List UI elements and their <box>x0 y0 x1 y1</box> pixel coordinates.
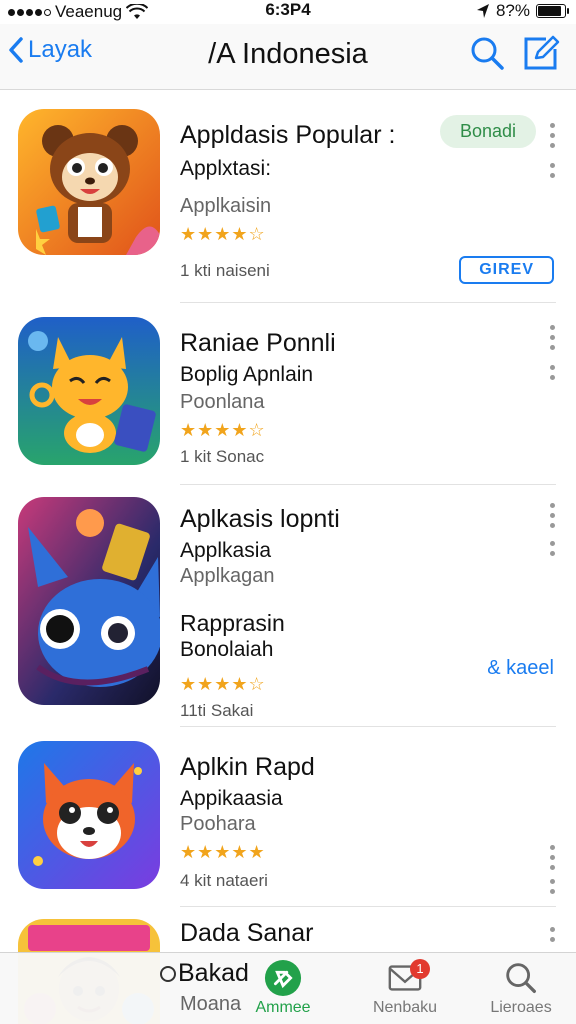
app-subtitle: Boplig Apnlain <box>180 363 314 386</box>
app-icon-bear[interactable] <box>18 109 160 255</box>
compose-button[interactable] <box>522 34 560 77</box>
nav-bar: Layak /A Indonesia <box>0 24 576 90</box>
fox-face-icon <box>18 741 160 889</box>
app-icon-fox-face[interactable] <box>18 741 160 889</box>
more-icon[interactable] <box>550 325 556 350</box>
app-subtitle: Appikaasia <box>180 787 283 810</box>
monster-icon <box>18 497 160 705</box>
rating-stars: ★★★★☆ <box>180 224 266 245</box>
rating-stars: ★★★★☆ <box>180 420 266 441</box>
tab-bar: Bakad Moana Ammee 1 Nenbaku Lieroaes <box>0 952 576 1024</box>
tab-home[interactable]: Ammee <box>228 959 338 1017</box>
app-row[interactable]: Aplkin Rapd Appikaasia Poohara ★★★★★ 4 k… <box>0 727 576 907</box>
more-icon[interactable] <box>550 927 556 942</box>
app-category: Applkagan <box>180 565 275 588</box>
radio-icon <box>160 965 176 982</box>
fox-icon <box>18 317 160 465</box>
rating-stars: ★★★★☆ <box>180 674 266 695</box>
star-badge-icon <box>264 959 302 997</box>
review-count: 1 kit Sonac <box>180 447 265 467</box>
status-badge: Bonadi <box>439 115 536 148</box>
tab-label: Lieroaes <box>490 999 552 1016</box>
compose-icon <box>524 35 560 70</box>
app-category: Applkaisin <box>180 195 272 218</box>
more-icon[interactable] <box>550 503 556 528</box>
app-extra-title: Rapprasin <box>180 610 285 637</box>
app-info: Dada Sanar <box>180 919 536 948</box>
app-category: Poonlana <box>180 391 265 414</box>
review-count: 4 kit nataeri <box>180 871 268 891</box>
search-icon <box>506 963 536 993</box>
more-icon[interactable] <box>550 879 556 894</box>
app-title: Raniae Ponnli <box>180 329 336 357</box>
app-title: Dada Sanar <box>180 919 314 947</box>
app-row[interactable]: Aplkasis lopnti Applkasia Applkagan Rapp… <box>0 485 576 727</box>
status-right: 8?% <box>476 1 569 21</box>
more-icon[interactable] <box>550 163 556 178</box>
search-icon <box>471 37 504 70</box>
app-info: Raniae Ponnli Boplig Apnlain Poonlana ★★… <box>180 329 536 467</box>
status-bar: Veaenug 6:3P4 8?% <box>0 0 576 24</box>
review-count: 11ti Sakai <box>180 701 254 721</box>
get-button[interactable]: GIREV <box>459 256 554 284</box>
more-icon[interactable] <box>550 845 556 870</box>
app-subtitle: Applxtasi: <box>180 157 272 180</box>
more-icon[interactable] <box>550 123 556 148</box>
tab-search[interactable]: Lieroaes <box>466 959 576 1017</box>
tab-label: Nenbaku <box>372 999 438 1016</box>
app-subtitle: Applkasia <box>180 539 272 562</box>
battery-percent: 8?% <box>495 1 530 20</box>
more-icon[interactable] <box>550 365 556 380</box>
more-icon[interactable] <box>550 541 556 556</box>
app-row[interactable]: Appldasis Popular : Applxtasi: Applkaisi… <box>0 91 576 303</box>
open-link[interactable]: & kaeel <box>487 657 554 680</box>
rating-stars: ★★★★★ <box>180 842 266 863</box>
location-icon <box>476 4 489 18</box>
app-icon-monster[interactable] <box>18 497 160 705</box>
app-info: Aplkasis lopnti Applkasia Applkagan Rapp… <box>180 505 536 721</box>
app-extra-subtitle: Bonolaiah <box>180 638 274 662</box>
app-info: Aplkin Rapd Appikaasia Poohara ★★★★★ 4 k… <box>180 753 536 891</box>
app-icon-fox[interactable] <box>18 317 160 465</box>
app-title: Aplkasis lopnti <box>180 505 340 533</box>
tab-updates[interactable]: 1 Nenbaku <box>350 959 460 1017</box>
tab-label: Ammee <box>255 999 311 1016</box>
app-category: Poohara <box>180 813 256 836</box>
search-button[interactable] <box>470 36 504 75</box>
battery-icon <box>536 4 569 18</box>
app-row[interactable]: Raniae Ponnli Boplig Apnlain Poonlana ★★… <box>0 303 576 485</box>
app-title: Aplkin Rapd <box>180 753 315 781</box>
notification-badge: 1 <box>410 959 430 979</box>
bear-icon <box>18 109 160 255</box>
